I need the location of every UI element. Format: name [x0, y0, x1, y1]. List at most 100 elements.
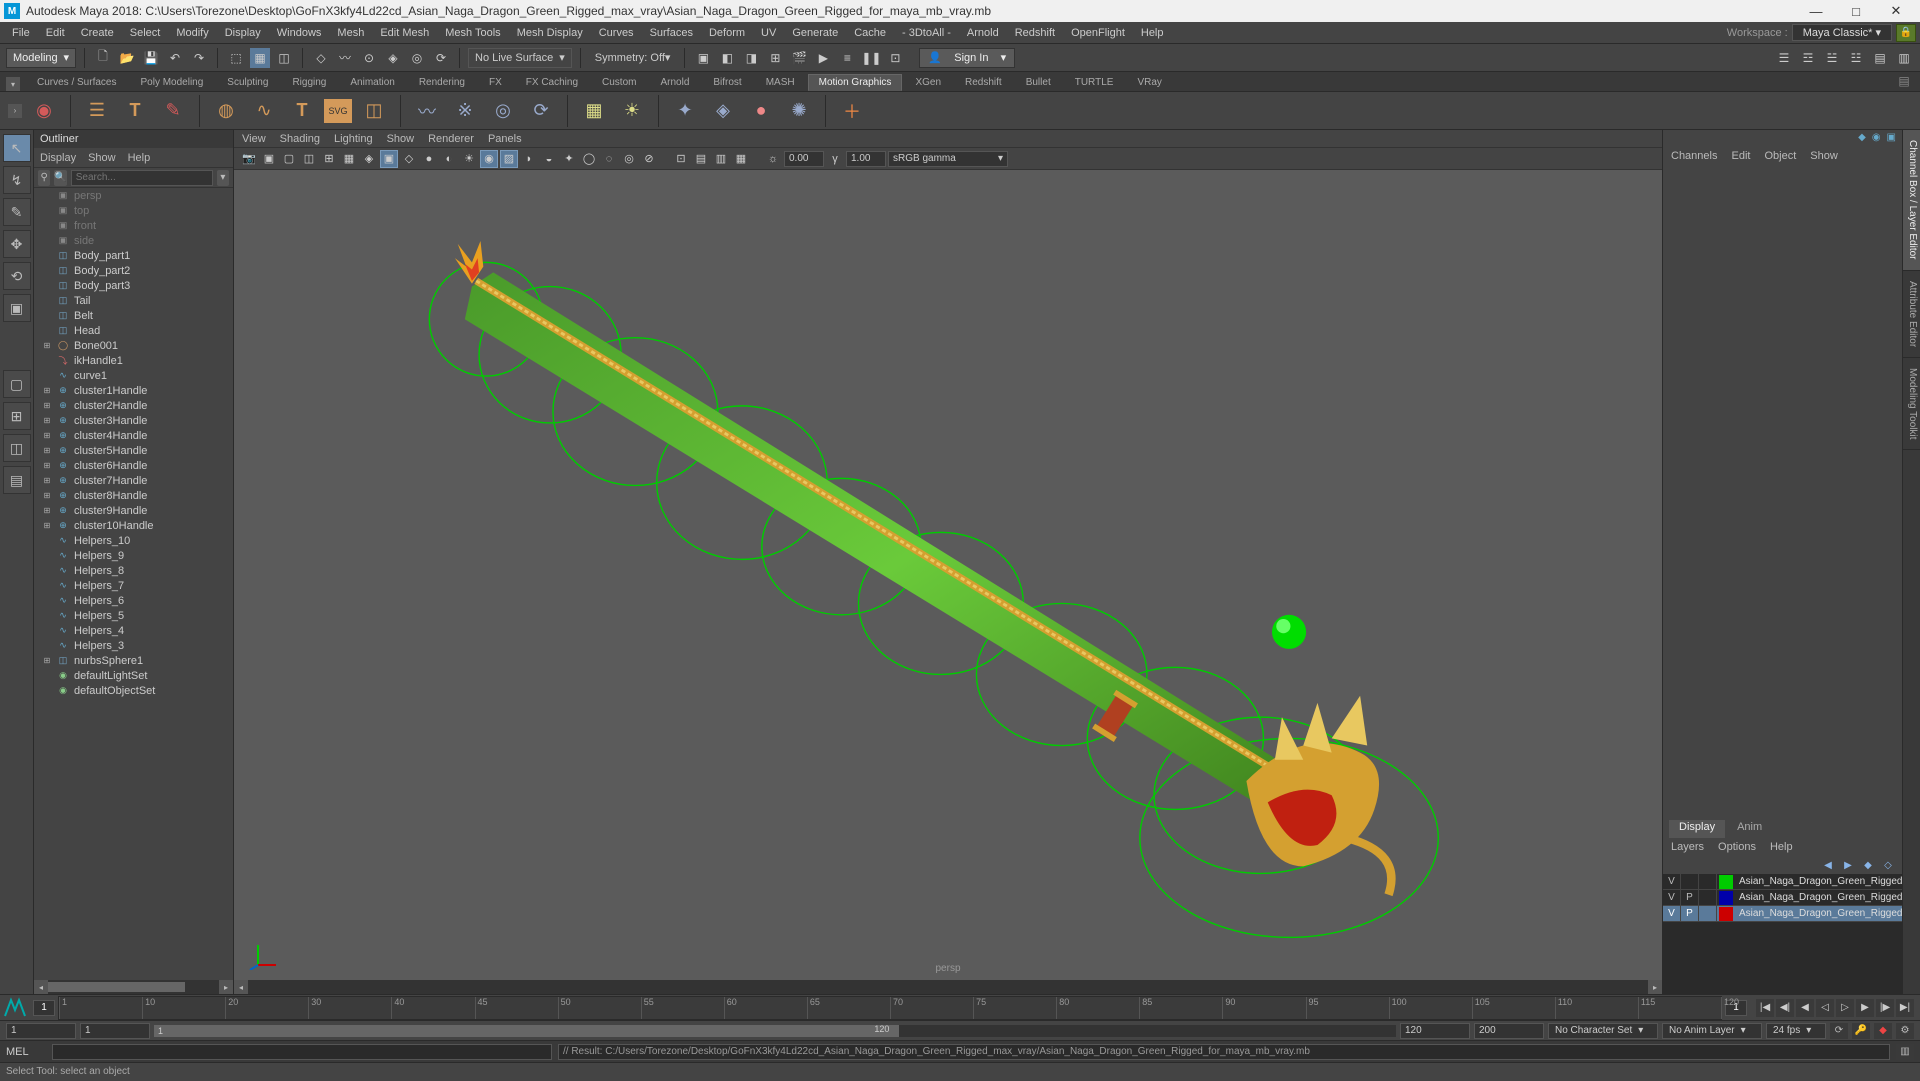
shelf-tab-rendering[interactable]: Rendering [408, 74, 476, 91]
shelf-tab-arnold[interactable]: Arnold [649, 74, 700, 91]
open-scene-icon[interactable]: 📂 [117, 48, 137, 68]
layer-list[interactable]: VAsian_Naga_Dragon_Green_Rigged_HelpeVPA… [1663, 874, 1902, 994]
search-dropdown-icon[interactable]: ▾ [217, 170, 229, 186]
panel-toggle-1-icon[interactable]: ☰ [1774, 48, 1794, 68]
outliner-item[interactable]: ∿Helpers_10 [34, 533, 233, 548]
vp-gamma-field[interactable]: 1.00 [846, 151, 886, 167]
vp-shade-icon[interactable]: ● [420, 150, 438, 168]
lasso-tool-icon[interactable]: ↯ [3, 166, 31, 194]
go-to-start-icon[interactable]: |◀ [1756, 999, 1774, 1017]
layer-menu-options[interactable]: Options [1718, 841, 1756, 853]
vp-t11-icon[interactable]: ▥ [712, 150, 730, 168]
layout-single-icon[interactable]: ▢ [3, 370, 31, 398]
layer-move-up-icon[interactable]: ◀ [1820, 858, 1836, 872]
vp-menu-panels[interactable]: Panels [488, 133, 522, 145]
viewport-hscroll[interactable]: ◂ ▸ [234, 980, 1662, 994]
vp-grid-icon[interactable]: ▦ [340, 150, 358, 168]
new-scene-icon[interactable]: 🗋 [93, 48, 113, 68]
menu-file[interactable]: File [4, 22, 38, 44]
outliner-hscroll[interactable]: ◂▸ [34, 980, 233, 994]
vp-exposure-icon[interactable]: ☼ [764, 150, 782, 168]
layer-playback-toggle[interactable]: P [1681, 906, 1699, 922]
panel-toggle-6-icon[interactable]: ▥ [1894, 48, 1914, 68]
step-back-icon[interactable]: ◀ [1796, 999, 1814, 1017]
vp-bookmark-icon[interactable]: ▣ [260, 150, 278, 168]
outliner-item[interactable]: ∿Helpers_3 [34, 638, 233, 653]
expand-icon[interactable]: ⊞ [42, 386, 52, 395]
vp-shadow-icon[interactable]: ◗ [520, 150, 538, 168]
play-forward-icon[interactable]: ▷ [1836, 999, 1854, 1017]
cb-icon-3[interactable]: ▣ [1887, 132, 1896, 144]
outliner-item[interactable]: ⤵ikHandle1 [34, 353, 233, 368]
shelf-curve-icon[interactable]: ∿ [248, 95, 280, 127]
outliner-item[interactable]: ⊞⊕cluster10Handle [34, 518, 233, 533]
outliner-item[interactable]: ◉defaultLightSet [34, 668, 233, 683]
panel-toggle-2-icon[interactable]: ☲ [1798, 48, 1818, 68]
set-key-icon[interactable]: ◆ [1874, 1023, 1892, 1039]
layer-new-empty-icon[interactable]: ◆ [1860, 858, 1876, 872]
shelf-tab-fx[interactable]: FX [478, 74, 513, 91]
menu-mesh-display[interactable]: Mesh Display [509, 22, 591, 44]
expand-icon[interactable]: ⊞ [42, 506, 52, 515]
menu-edit[interactable]: Edit [38, 22, 73, 44]
outliner-menu-show[interactable]: Show [88, 152, 116, 164]
outliner-item[interactable]: ⊞⊕cluster8Handle [34, 488, 233, 503]
snap-live-icon[interactable]: ◎ [407, 48, 427, 68]
channel-menu-object[interactable]: Object [1764, 150, 1796, 162]
menu-generate[interactable]: Generate [784, 22, 846, 44]
tb-icon-4[interactable]: ⊞ [765, 48, 785, 68]
step-back-key-icon[interactable]: ◀| [1776, 999, 1794, 1017]
shelf-type-icon[interactable]: T [119, 95, 151, 127]
vp-t5-icon[interactable]: ◐ [440, 150, 458, 168]
vp-tex-icon[interactable]: ▨ [500, 150, 518, 168]
shelf-dyn1-icon[interactable]: 〰 [411, 95, 443, 127]
shelf-light1-icon[interactable]: ▦ [578, 95, 610, 127]
rotate-tool-icon[interactable]: ⟲ [3, 262, 31, 290]
vp-t1-icon[interactable]: ▢ [280, 150, 298, 168]
script-lang-label[interactable]: MEL [6, 1046, 46, 1058]
menu-set-dropdown[interactable]: Modeling▾ [6, 48, 76, 68]
outliner-item[interactable]: ▣front [34, 218, 233, 233]
shelf-light2-icon[interactable]: ☀ [616, 95, 648, 127]
vp-menu-lighting[interactable]: Lighting [334, 133, 373, 145]
menu-deform[interactable]: Deform [701, 22, 753, 44]
layer-playback-toggle[interactable]: P [1681, 890, 1699, 906]
shelf-tab-rigging[interactable]: Rigging [281, 74, 337, 91]
vp-exposure-field[interactable]: 0.00 [784, 151, 824, 167]
layer-type-toggle[interactable] [1699, 906, 1717, 922]
outliner-item[interactable]: ◫Body_part3 [34, 278, 233, 293]
shelf-paint-icon[interactable]: ✎ [157, 95, 189, 127]
shelf-tab-mash[interactable]: MASH [755, 74, 806, 91]
render-icon[interactable]: 🎬 [789, 48, 809, 68]
redo-icon[interactable]: ↷ [189, 48, 209, 68]
layout-custom-icon[interactable]: ▤ [3, 466, 31, 494]
vp-light-icon[interactable]: ☀ [460, 150, 478, 168]
script-editor-icon[interactable]: ▥ [1896, 1044, 1914, 1060]
channel-menu-edit[interactable]: Edit [1731, 150, 1750, 162]
shelf-tab-motion-graphics[interactable]: Motion Graphics [808, 74, 903, 91]
vp-menu-show[interactable]: Show [387, 133, 415, 145]
layer-tab-anim[interactable]: Anim [1727, 820, 1772, 838]
tb-icon-3[interactable]: ◨ [741, 48, 761, 68]
vp-ao-icon[interactable]: ◒ [540, 150, 558, 168]
make-live-icon[interactable]: ⟳ [431, 48, 451, 68]
vp-t3-icon[interactable]: ⊞ [320, 150, 338, 168]
vp-menu-renderer[interactable]: Renderer [428, 133, 474, 145]
layer-new-selected-icon[interactable]: ◇ [1880, 858, 1896, 872]
shelf-n4-icon[interactable]: ✺ [783, 95, 815, 127]
vp-t10-icon[interactable]: ▤ [692, 150, 710, 168]
outliner-item[interactable]: ⊞⊕cluster1Handle [34, 383, 233, 398]
outliner-item[interactable]: ◫Head [34, 323, 233, 338]
snap-point-icon[interactable]: ⊙ [359, 48, 379, 68]
side-tab-modeling-toolkit[interactable]: Modeling Toolkit [1903, 358, 1920, 451]
move-tool-icon[interactable]: ✥ [3, 230, 31, 258]
outliner-item[interactable]: ⊞◯Bone001 [34, 338, 233, 353]
layer-row[interactable]: VPAsian_Naga_Dragon_Green_Rigged_bones [1663, 890, 1902, 906]
character-set-dropdown[interactable]: No Character Set▾ [1548, 1023, 1658, 1039]
outliner-item[interactable]: ⊞◫nurbsSphere1 [34, 653, 233, 668]
panel-toggle-4-icon[interactable]: ☳ [1846, 48, 1866, 68]
select-tool-icon[interactable]: ↖ [3, 134, 31, 162]
shelf-plus-icon[interactable]: ＋ [836, 95, 868, 127]
snap-curve-icon[interactable]: 〰 [335, 48, 355, 68]
vp-gate-icon[interactable]: ▣ [380, 150, 398, 168]
